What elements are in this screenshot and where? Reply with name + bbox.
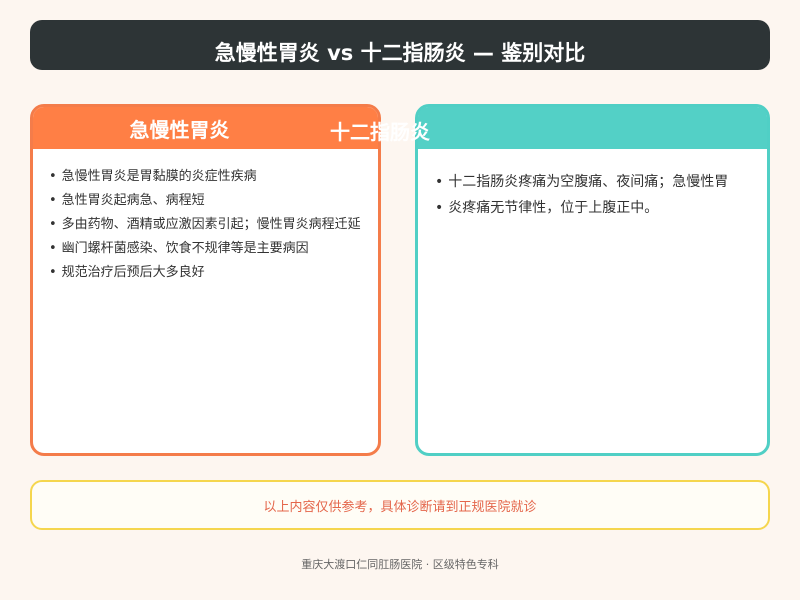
list-item: • 多由药物、酒精或应激因素引起；慢性胃炎病程迁延 [49,217,361,232]
footer: 重庆大渡口仁同肛肠医院 · 区级特色专科 [301,558,499,571]
gastritis-card: 急慢性胃炎 • 急慢性胃炎是胃黏膜的炎症性疾病 • 急性胃炎起病急、病程短 • 多由药… [30,104,381,456]
list-item: • 幽门螺杆菌感染、饮食不规律等是主要病因 [49,241,309,256]
duodenitis-list: • 十二指肠炎疼痛为空腹痛、夜间痛；急慢性胃 • 炎疼痛无节律性，位于上腹正中。 [418,149,767,221]
duodenitis-card: • 十二指肠炎疼痛为空腹痛、夜间痛；急慢性胃 • 炎疼痛无节律性，位于上腹正中。 [415,104,770,456]
gastritis-list: • 急慢性胃炎是胃黏膜的炎症性疾病 • 急性胃炎起病急、病程短 • 多由药物、酒精或应… [33,149,378,285]
page-title: 急慢性胃炎 vs 十二指肠炎 — 鉴别对比 [214,41,586,65]
duodenitis-card-title: 十二指肠炎 [330,120,430,144]
title-bar: 急慢性胃炎 vs 十二指肠炎 — 鉴别对比 [30,20,770,70]
duodenitis-card-header [418,107,767,149]
disclaimer-text: 以上内容仅供参考，具体诊断请到正规医院就诊 [263,499,537,515]
gastritis-card-header: 急慢性胃炎 [33,107,378,149]
duodenitis-content: • 十二指肠炎疼痛为空腹痛、夜间痛；急慢性胃 • 炎疼痛无节律性，位于上腹正中。 [418,149,767,221]
disclaimer-notice: 以上内容仅供参考，具体诊断请到正规医院就诊 [30,480,770,530]
list-item: • 急慢性胃炎是胃黏膜的炎症性疾病 [49,169,257,184]
gastritis-card-title: 急慢性胃炎 [129,117,230,142]
list-item: • 炎疼痛无节律性，位于上腹正中。 [435,200,659,216]
list-item: • 急性胃炎起病急、病程短 [49,193,205,208]
list-item: • 十二指肠炎疼痛为空腹痛、夜间痛；急慢性胃 [435,174,729,190]
list-item: • 规范治疗后预后大多良好 [49,265,205,280]
